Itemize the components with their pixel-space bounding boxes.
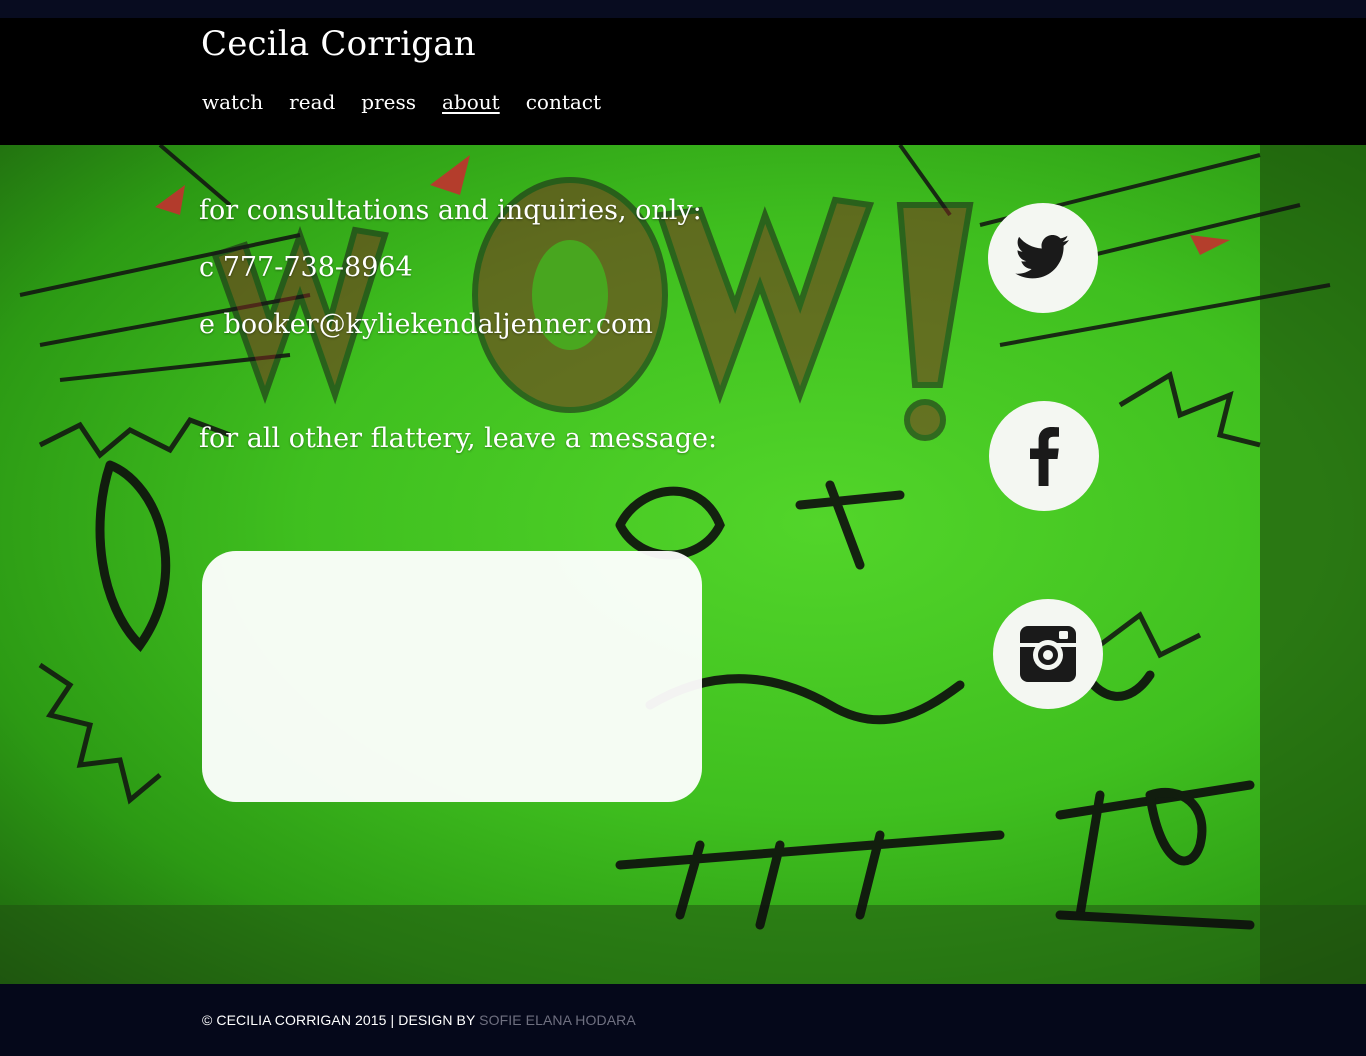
- copyright-text: © CECILIA CORRIGAN 2015 | DESIGN BY: [202, 1012, 480, 1028]
- designer-link[interactable]: SOFIE ELANA HODARA: [479, 1012, 636, 1028]
- nav-item-contact: contact: [526, 90, 601, 114]
- nav-item-read: read: [289, 90, 335, 114]
- footer-credit: © CECILIA CORRIGAN 2015 | DESIGN BY SOFI…: [202, 1012, 636, 1028]
- site-title[interactable]: Cecila Corrigan: [201, 24, 476, 64]
- nav-item-press: press: [361, 90, 416, 114]
- message-heading: for all other flattery, leave a message:: [199, 423, 718, 454]
- instagram-button[interactable]: [993, 599, 1103, 709]
- nav-link-about[interactable]: about: [442, 90, 500, 114]
- facebook-button[interactable]: [989, 401, 1099, 511]
- phone-number: c 777-738-8964: [199, 252, 413, 283]
- email-address: e booker@kyliekendaljenner.com: [199, 309, 653, 340]
- nav-link-watch[interactable]: watch: [202, 90, 263, 114]
- twitter-button[interactable]: [988, 203, 1098, 313]
- contact-page: Cecila Corrigan watch read press about c…: [0, 0, 1366, 1056]
- site-header: Cecila Corrigan watch read press about c…: [0, 0, 1366, 145]
- nav-item-about: about: [442, 90, 500, 114]
- message-textarea[interactable]: [202, 551, 702, 802]
- nav-link-read[interactable]: read: [289, 90, 335, 114]
- instagram-icon: [1020, 626, 1076, 682]
- site-footer: © CECILIA CORRIGAN 2015 | DESIGN BY SOFI…: [0, 984, 1366, 1056]
- facebook-icon: [1030, 427, 1059, 486]
- main-nav: watch read press about contact: [202, 90, 601, 114]
- twitter-icon: [1015, 235, 1069, 279]
- nav-item-watch: watch: [202, 90, 263, 114]
- nav-link-contact[interactable]: contact: [526, 90, 601, 114]
- nav-link-press[interactable]: press: [361, 90, 416, 114]
- consultations-heading: for consultations and inquiries, only:: [199, 195, 702, 226]
